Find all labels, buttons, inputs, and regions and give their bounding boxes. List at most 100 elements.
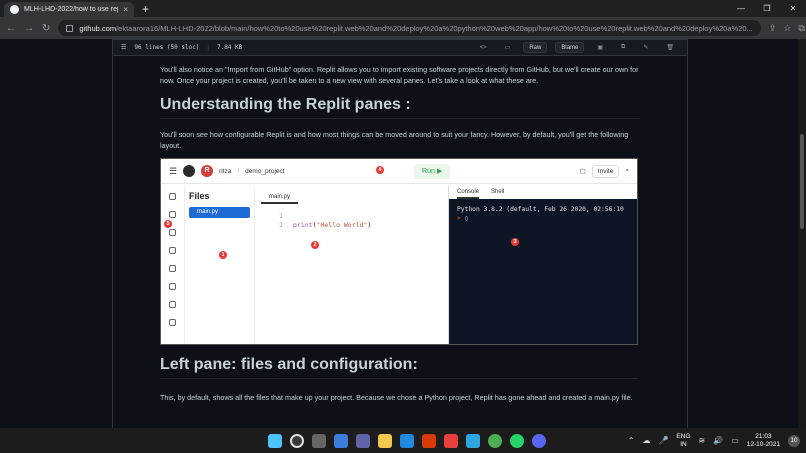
url-path: /ektaarora16/MLH-LHD-2022/blob/main/how%… — [116, 23, 753, 33]
tab-console: Console — [457, 189, 480, 199]
mcafee-icon[interactable] — [444, 433, 458, 448]
file-icon[interactable]: ▭ — [500, 42, 516, 53]
share-icon — [169, 211, 176, 218]
teams-icon[interactable] — [356, 433, 370, 448]
replit-console-pane: Console Shell Python 3.8.2 (default, Feb… — [449, 185, 637, 344]
run-button: Run ▶ — [414, 163, 451, 179]
lang-region: IN — [680, 440, 687, 448]
url-text: github.com/ektaarora16/MLH-LHD-2022/blob… — [79, 24, 752, 33]
badge-2: 2 — [311, 241, 319, 249]
window-controls: — ❐ ✕ — [728, 0, 806, 17]
trash-icon[interactable]: 🗑 — [661, 42, 679, 53]
chrome-icon[interactable] — [488, 433, 502, 448]
office-icon[interactable] — [422, 433, 436, 448]
extensions-icon[interactable]: ⧉ — [798, 23, 804, 34]
user-avatar: R — [201, 165, 214, 177]
volume-icon[interactable]: 🔊 — [713, 436, 723, 445]
database-icon — [169, 301, 176, 308]
paragraph-left-pane: This, by default, shows all the files th… — [160, 393, 633, 402]
chevron-up-icon[interactable]: ⌃ — [628, 436, 635, 445]
language-indicator[interactable]: ENG IN — [676, 433, 690, 449]
whatsapp-icon[interactable] — [510, 433, 524, 448]
replit-project: demo_project — [245, 167, 285, 175]
edge-icon[interactable] — [400, 433, 414, 448]
scrollbar-thumb[interactable] — [800, 134, 804, 229]
forward-icon[interactable]: → — [24, 23, 34, 34]
back-icon[interactable]: ← — [6, 23, 16, 34]
line-number: 1 — [279, 212, 283, 220]
taskbar-apps — [268, 428, 546, 453]
code-editor: 1 2 print("Hello World") — [255, 212, 448, 230]
badge-5: 5 — [164, 220, 172, 228]
lang-code: ENG — [676, 432, 691, 440]
paragraph-layout: You'll soon see how configurable Replit … — [160, 130, 629, 150]
python-banner: Python 3.8.2 (default, Feb 26 2020, 02:5… — [457, 206, 624, 213]
close-window-icon[interactable]: ✕ — [780, 0, 806, 17]
files-title: Files — [189, 191, 210, 201]
debug-icon — [169, 229, 176, 236]
url-input[interactable]: github.com/ektaarora16/MLH-LHD-2022/blob… — [58, 20, 761, 36]
task-view-icon[interactable] — [312, 433, 326, 448]
widgets-icon[interactable] — [334, 433, 348, 448]
secrets-lock-icon — [169, 265, 176, 272]
terminal: Python 3.8.2 (default, Feb 26 2020, 02:5… — [449, 199, 637, 344]
blame-button[interactable]: Blame — [555, 42, 585, 53]
toc-icon[interactable]: ☰ — [121, 44, 126, 51]
windows-start-icon[interactable] — [268, 433, 282, 448]
code-paren-close: ) — [367, 221, 372, 229]
minimize-icon[interactable]: — — [728, 0, 754, 17]
file-size: 7.84 KB — [216, 44, 243, 51]
markdown-body: You'll also notice an "Import from GitHu… — [112, 56, 688, 428]
battery-icon[interactable]: ▭ — [731, 436, 739, 445]
prompt-symbol: > — [457, 215, 461, 222]
notification-badge[interactable]: 10 — [788, 434, 800, 447]
toolbar-right: ⇪ ☆ ⧉ ⋮ — [769, 22, 806, 35]
star-icon[interactable]: ☆ — [783, 23, 791, 34]
badge-1: 1 — [219, 251, 227, 259]
edit-pencil-icon[interactable]: ✎ — [638, 42, 653, 53]
file-header: ☰ 96 lines (50 sloc) | 7.84 KB <> ▭ Raw … — [112, 39, 688, 56]
cloud-icon[interactable]: ☁ — [642, 436, 650, 445]
clock[interactable]: 21:03 12-10-2021 — [747, 433, 780, 449]
settings-gear-icon — [169, 283, 176, 290]
windows-taskbar: ⌃ ☁ 🎤 ENG IN ≋ 🔊 ▭ 21:03 12-10-2021 10 — [0, 428, 806, 453]
browser-tab-strip: MLH-LHD-2022/how to use repl × + — ❐ ✕ — [0, 0, 806, 17]
browser-tab[interactable]: MLH-LHD-2022/how to use repl × — [4, 2, 134, 17]
new-tab-button[interactable]: + — [142, 2, 149, 16]
code-function: print — [293, 221, 313, 229]
lock-icon — [66, 24, 74, 32]
system-tray: ⌃ ☁ 🎤 ENG IN ≋ 🔊 ▭ 21:03 12-10-2021 10 — [628, 428, 800, 453]
divider: | — [207, 44, 209, 51]
reload-icon[interactable]: ↻ — [42, 23, 50, 34]
github-icon — [10, 5, 19, 14]
line-count: 96 lines (50 sloc) — [134, 44, 200, 51]
replit-screenshot: ☰ R ritza / demo_project Run ▶ ▢ Invite … — [160, 158, 638, 345]
microphone-icon[interactable]: 🎤 — [658, 436, 668, 445]
search-icon[interactable] — [290, 433, 304, 448]
replit-logo — [183, 165, 196, 177]
desktop-icon[interactable]: ▣ — [592, 42, 608, 53]
address-bar-row: ← → ↻ github.com/ektaarora16/MLH-LHD-202… — [0, 17, 806, 39]
discord-icon[interactable] — [532, 433, 546, 448]
replit-header: ☰ R ritza / demo_project Run ▶ ▢ Invite … — [161, 159, 637, 184]
packages-icon — [169, 247, 176, 254]
file-explorer-icon[interactable] — [378, 433, 392, 448]
close-tab-icon[interactable]: × — [123, 5, 128, 14]
paragraph-import: You'll also notice an "Import from GitHu… — [160, 65, 639, 85]
copy-icon[interactable]: ⧉ — [616, 42, 630, 53]
editor-tab-main-py: main.py — [261, 192, 299, 204]
search-icon: ⌕ — [625, 167, 630, 174]
wifi-icon[interactable]: ≋ — [699, 436, 706, 445]
time: 21:03 — [755, 432, 772, 440]
code-view-icon[interactable]: <> — [475, 42, 492, 53]
badge-3: 3 — [511, 238, 519, 246]
files-icon — [169, 193, 176, 200]
tab-shell: Shell — [491, 189, 505, 195]
raw-button[interactable]: Raw — [523, 42, 548, 53]
lens-icon[interactable] — [466, 433, 480, 448]
heading-left-pane: Left pane: files and configuration: — [160, 356, 638, 379]
page-scrollbar[interactable] — [798, 39, 806, 428]
share-icon[interactable]: ⇪ — [769, 23, 777, 34]
heading-replit-panes: Understanding the Replit panes : — [160, 96, 640, 119]
maximize-icon[interactable]: ❐ — [754, 0, 780, 17]
